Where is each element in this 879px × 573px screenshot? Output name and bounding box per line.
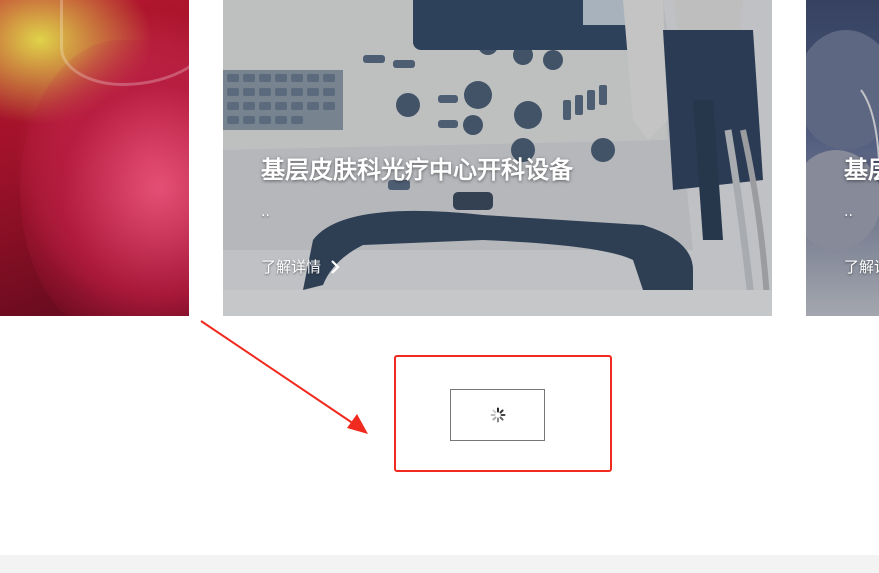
slide-description: .. [261,204,270,220]
slide-image-detail [60,0,189,86]
carousel-slide-next[interactable]: 基层 .. 了解详 [806,0,879,316]
loading-indicator [450,389,545,441]
footer-band [0,555,879,573]
chevron-right-icon [331,259,340,274]
carousel-slide-previous[interactable] [0,0,189,316]
learn-more-label: 了解详 [844,258,879,276]
learn-more-label: 了解详情 [261,258,322,276]
learn-more-link[interactable]: 了解详 [844,256,879,277]
learn-more-link[interactable]: 了解详情 [261,256,343,277]
spinner-icon [490,407,506,423]
slide-description: .. [844,204,853,220]
slide-title: 基层 [844,156,879,184]
image-carousel: 基层皮肤科光疗中心开科设备 .. 了解详情 基层 .. 了解详 [0,0,879,316]
carousel-slide-active[interactable]: 基层皮肤科光疗中心开科设备 .. 了解详情 [223,0,772,316]
slide-title: 基层皮肤科光疗中心开科设备 [261,156,573,184]
